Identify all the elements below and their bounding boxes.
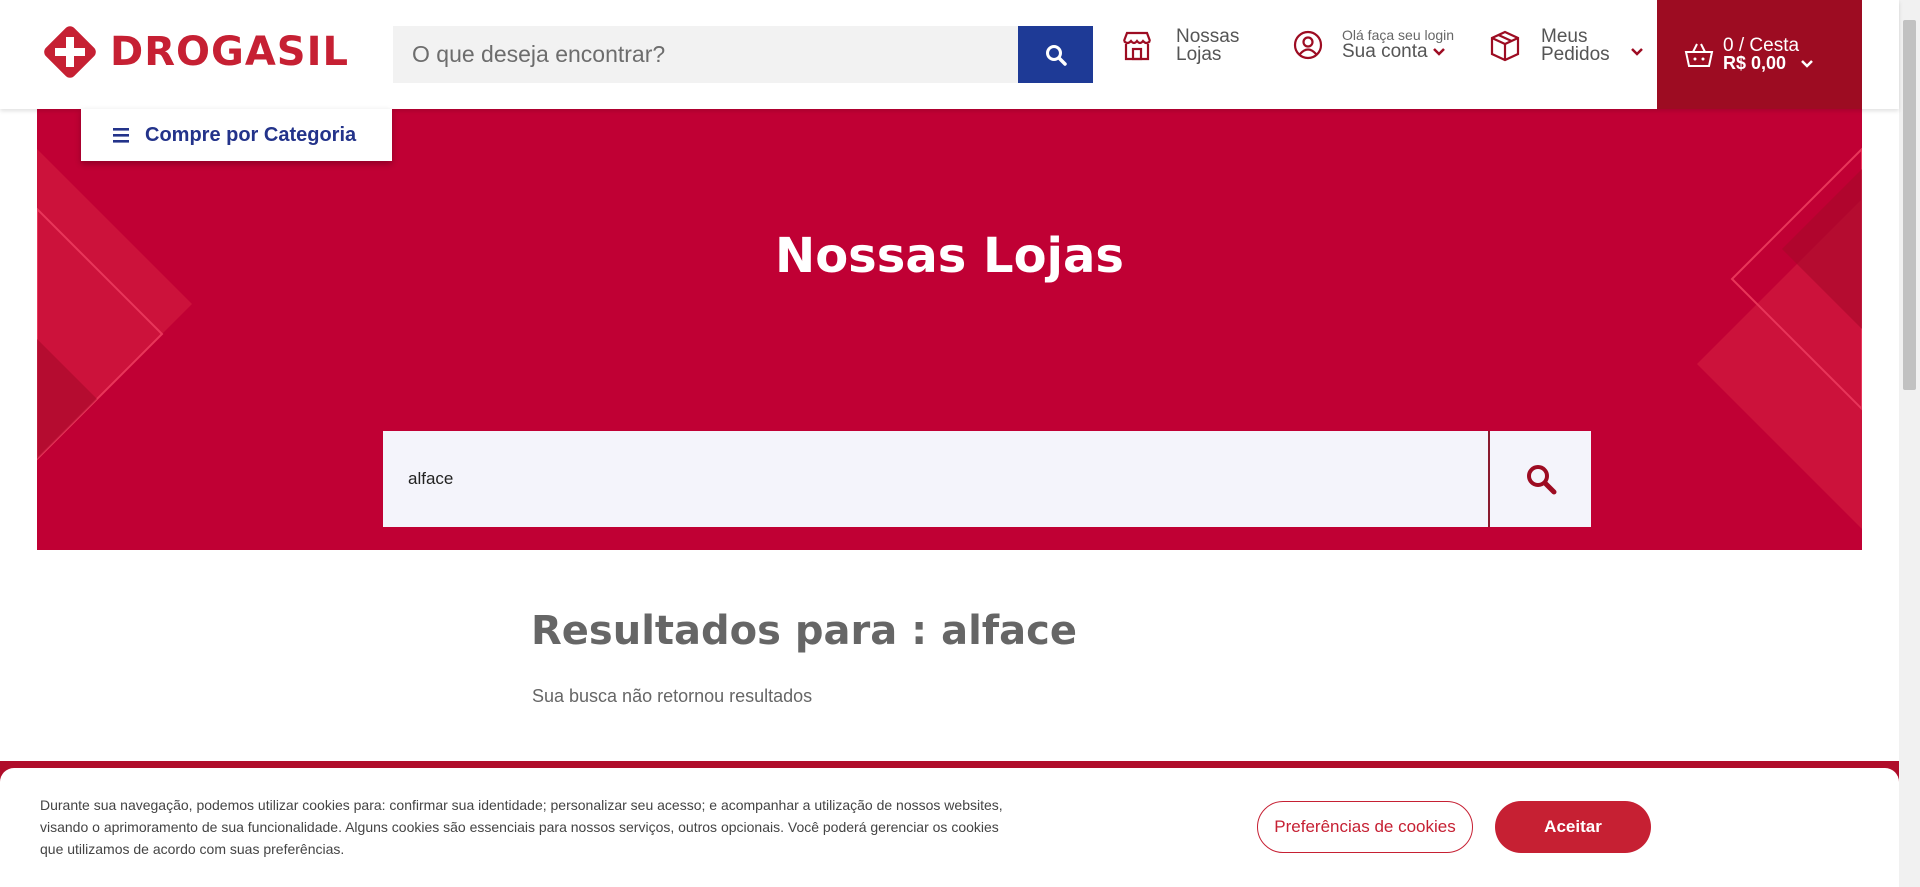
login-prompt: Olá faça seu login (1342, 27, 1455, 43)
nav-stores[interactable]: Nossas Lojas (1120, 27, 1239, 65)
store-search (383, 431, 1591, 527)
category-menu-button[interactable]: Compre por Categoria (81, 109, 392, 161)
store-search-input[interactable] (383, 431, 1488, 527)
search-icon (1045, 44, 1067, 66)
orders-line2: Pedidos (1541, 44, 1610, 65)
store-search-button[interactable] (1488, 431, 1591, 527)
package-icon (1490, 30, 1520, 62)
logo-text: DROGASIL (110, 29, 349, 75)
account-label: Sua conta (1342, 41, 1428, 62)
cart-total: R$ 0,00 (1723, 53, 1787, 73)
store-icon (1122, 31, 1152, 61)
stores-hero: Nossas Lojas (37, 109, 1862, 550)
cookie-banner: Durante sua navegação, podemos utilizar … (0, 768, 1899, 887)
user-icon (1293, 30, 1323, 60)
stores-line2: Lojas (1176, 44, 1222, 65)
drogasil-logo[interactable]: DROGASIL (42, 24, 349, 80)
header-search (393, 26, 1093, 83)
chevron-down-icon (1432, 48, 1445, 56)
cookie-accept-button[interactable]: Aceitar (1495, 801, 1651, 853)
cookie-preferences-button[interactable]: Preferências de cookies (1257, 801, 1473, 853)
cart-button[interactable]: 0 / Cesta R$ 0,00 (1657, 0, 1862, 109)
scrollbar-thumb[interactable] (1903, 20, 1916, 390)
search-icon (1526, 465, 1556, 495)
basket-icon (1684, 43, 1714, 67)
cookie-text: Durante sua navegação, podemos utilizar … (40, 797, 1003, 857)
site-header: DROGASIL Nossas Lojas Olá faça (0, 0, 1899, 109)
hero-title: Nossas Lojas (775, 228, 1124, 284)
hamburger-icon (113, 128, 129, 143)
category-label: Compre por Categoria (145, 123, 357, 146)
nav-orders[interactable]: Meus Pedidos (1489, 27, 1644, 65)
search-input[interactable] (393, 26, 1018, 83)
chevron-down-icon (1630, 48, 1643, 56)
results-message: Sua busca não retornou resultados (532, 686, 813, 706)
scrollbar[interactable] (1899, 0, 1920, 887)
search-button[interactable] (1018, 26, 1093, 83)
cross-logo-icon (44, 26, 96, 78)
chevron-down-icon (1801, 60, 1813, 68)
results-title: Resultados para : alface (531, 608, 1078, 654)
nav-account[interactable]: Olá faça seu login Sua conta (1292, 28, 1454, 62)
